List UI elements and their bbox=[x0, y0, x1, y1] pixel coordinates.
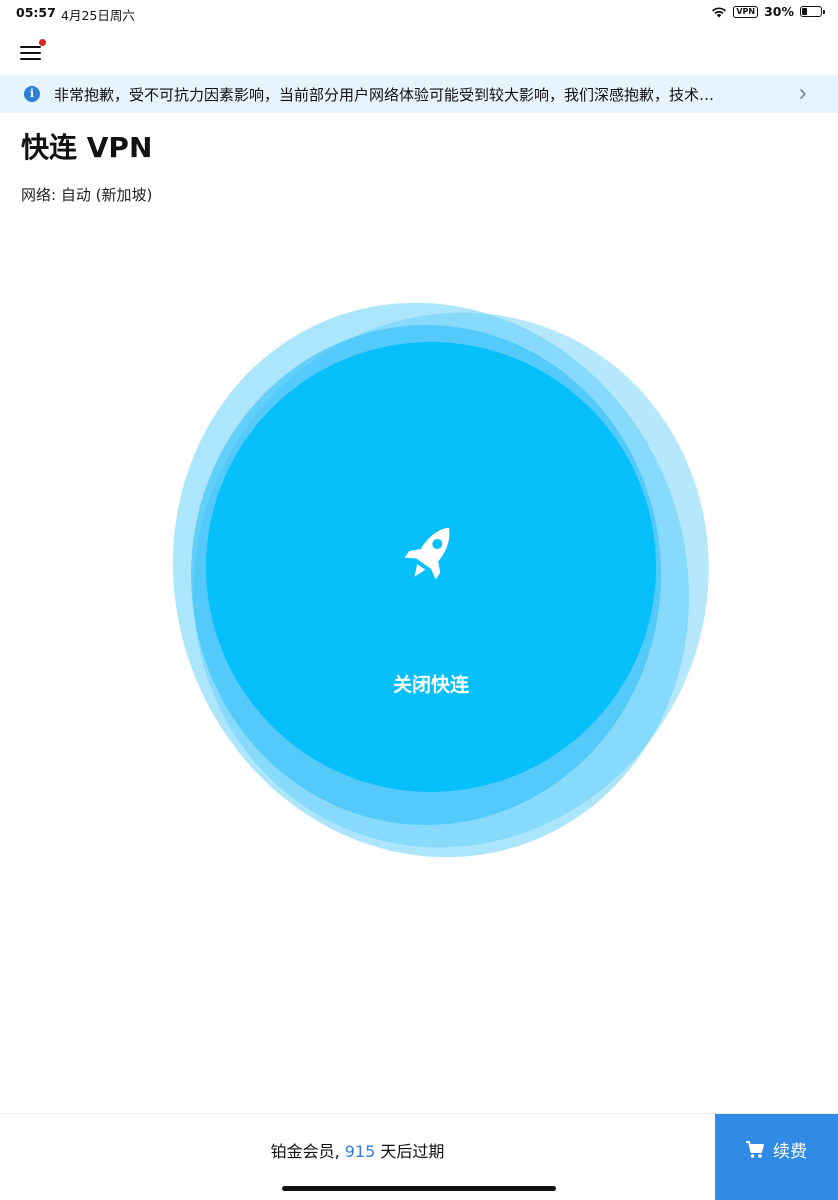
home-indicator[interactable] bbox=[282, 1186, 556, 1191]
menu-icon bbox=[20, 46, 41, 49]
renew-label: 续费 bbox=[773, 1142, 807, 1162]
renew-button[interactable]: 续费 bbox=[715, 1114, 838, 1200]
page-title: 快连 VPN bbox=[21, 131, 153, 164]
status-bar: 05:57 4月25日周六 VPN 30% bbox=[0, 0, 838, 26]
wifi-icon bbox=[712, 6, 727, 17]
status-time: 05:57 bbox=[16, 5, 56, 20]
days-remaining: 915 bbox=[344, 1142, 376, 1161]
notification-dot bbox=[39, 39, 46, 46]
connect-label: 关闭快连 bbox=[392, 674, 469, 696]
membership-suffix: 天后过期 bbox=[375, 1142, 445, 1161]
notice-text: 非常抱歉，受不可抗力因素影响，当前部分用户网络体验可能受到较大影响，我们深感抱歉… bbox=[54, 86, 715, 104]
connect-area: 关闭快连 bbox=[95, 227, 797, 933]
battery-fill bbox=[802, 8, 807, 15]
vpn-badge: VPN bbox=[733, 5, 759, 18]
connect-button[interactable]: 关闭快连 bbox=[206, 342, 656, 792]
notice-banner[interactable]: i 非常抱歉，受不可抗力因素影响，当前部分用户网络体验可能受到较大影响，我们深感… bbox=[0, 75, 838, 113]
battery-percent: 30% bbox=[764, 4, 794, 19]
network-selector[interactable]: 网络: 自动 (新加坡) bbox=[21, 184, 152, 205]
info-icon: i bbox=[24, 86, 40, 102]
rocket-icon bbox=[404, 527, 450, 580]
cart-icon bbox=[746, 1140, 764, 1158]
status-date: 4月25日周六 bbox=[61, 8, 135, 23]
status-icons: VPN 30% bbox=[711, 4, 825, 19]
membership-prefix: 铂金会员, bbox=[270, 1142, 345, 1161]
battery-icon bbox=[800, 6, 825, 17]
menu-button[interactable] bbox=[18, 39, 46, 66]
chevron-right-icon bbox=[800, 89, 806, 99]
app-screen: 05:57 4月25日周六 VPN 30% i 非常抱歉，受不可抗力因素影响，当… bbox=[0, 0, 838, 1200]
membership-status: 铂金会员, 915 天后过期 bbox=[0, 1138, 715, 1162]
